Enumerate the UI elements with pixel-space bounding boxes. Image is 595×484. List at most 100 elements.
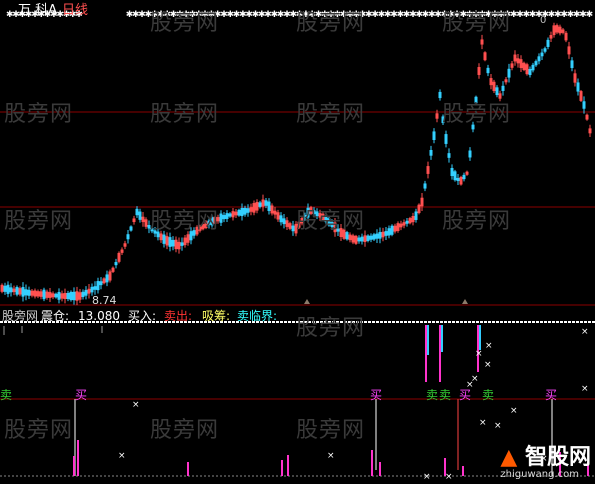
signal-label: 卖 [482, 388, 495, 402]
logo-flame-icon: ▲ [500, 445, 518, 470]
indicator-value: 13.080 [78, 309, 120, 323]
stock-name: 万 科A [18, 3, 58, 18]
candle-body [447, 153, 451, 158]
cross-marker: × [327, 451, 335, 461]
candle-body [114, 262, 118, 266]
candle-body [228, 213, 232, 217]
cross-marker: × [445, 472, 453, 482]
watermark: 股旁网 [296, 11, 366, 36]
indicator-xichou-label: 吸筹: [202, 309, 231, 323]
candle-body [258, 202, 262, 207]
marker-triangle [462, 299, 468, 304]
candle-body [546, 39, 550, 47]
candle-body [414, 211, 418, 220]
candle-body [264, 200, 268, 206]
candle-body [387, 228, 391, 236]
candle-body [357, 237, 361, 242]
watermark: 股旁网 [442, 209, 512, 234]
indicator-zhenhe-label: 震仓: [41, 309, 70, 323]
candle-body [390, 225, 394, 235]
candle-body [6, 284, 10, 294]
signal-label: 买 [545, 388, 558, 402]
watermark: 股旁网 [442, 11, 512, 36]
cross-marker: × [485, 341, 493, 351]
logo-url: zhiguwang.com [500, 469, 579, 480]
candle-body [453, 171, 457, 181]
watermark: 股旁网 [4, 418, 74, 443]
watermark: 股旁网 [4, 209, 74, 234]
candle-body [27, 289, 31, 296]
candlestick-series [0, 22, 592, 306]
cross-marker: × [475, 349, 483, 359]
period-label[interactable]: 日线 [62, 4, 88, 18]
candle-body [534, 61, 538, 66]
watermark: 股旁网 [296, 102, 366, 127]
watermark: 股旁网 [150, 209, 220, 234]
candle-body [126, 234, 130, 240]
watermark: 股旁网 [150, 11, 220, 36]
candle-body [72, 291, 76, 301]
candle-body [96, 281, 100, 291]
cross-marker: × [479, 418, 487, 428]
watermark: 股旁网 [4, 102, 74, 127]
indicator-sell-critical-label: 卖临界: [237, 309, 278, 323]
cross-marker: × [423, 472, 431, 482]
candle-body [21, 287, 25, 297]
candle-body [375, 233, 379, 239]
candle-body [222, 215, 226, 220]
logo-name: 智股网 [524, 445, 591, 470]
candle-body [279, 215, 283, 223]
candle-body [378, 232, 382, 239]
candle-body [180, 242, 184, 246]
candle-body [456, 177, 460, 182]
price-low-label: 8.74 [92, 294, 117, 307]
candle-body [168, 237, 172, 247]
candle-body [240, 207, 244, 217]
candle-body [66, 292, 70, 300]
signal-label: 卖 [439, 388, 452, 402]
candle-body [360, 236, 364, 242]
candle-body [537, 56, 541, 62]
watermark: 股旁网 [296, 316, 366, 341]
candle-body [162, 234, 166, 244]
candle-body [369, 235, 373, 240]
candle-body [432, 131, 436, 141]
candle-body [138, 211, 142, 220]
candle-body [423, 183, 427, 189]
cross-marker: × [484, 360, 492, 370]
indicator-sell-out-label: 卖出: [164, 309, 193, 323]
candle-body [468, 150, 472, 158]
candle-body [501, 85, 505, 91]
top-right-value: 0 [540, 15, 547, 26]
signal-label: 卖 [426, 388, 439, 402]
cross-marker: × [494, 421, 502, 431]
watermark: 股旁网 [150, 102, 220, 127]
candle-body [486, 67, 490, 74]
site-logo: ▲ 智股网 zhiguwang.com [500, 439, 591, 480]
candle-body [438, 91, 442, 99]
candle-body [81, 291, 85, 298]
signal-label: 卖 [0, 388, 13, 402]
candle-body [372, 234, 376, 240]
cross-marker: × [118, 451, 126, 461]
candle-body [531, 64, 535, 71]
candle-body [171, 239, 175, 247]
cross-marker: × [132, 400, 140, 410]
candle-body [444, 134, 448, 144]
candle-body [405, 220, 409, 224]
candle-body [366, 235, 370, 242]
candle-body [93, 286, 97, 290]
candle-body [543, 48, 547, 52]
candle-body [129, 226, 133, 231]
candle-body [429, 150, 433, 156]
candle-body [582, 101, 586, 109]
candle-body [219, 213, 223, 223]
candle-body [507, 68, 511, 78]
candle-body [99, 281, 103, 286]
signal-label: 买 [370, 388, 383, 402]
cross-marker: × [581, 327, 589, 337]
candle-body [90, 286, 94, 293]
candle-body [384, 231, 388, 236]
watermark: 股旁网 [296, 209, 366, 234]
star-marker: ✱ [586, 10, 594, 20]
